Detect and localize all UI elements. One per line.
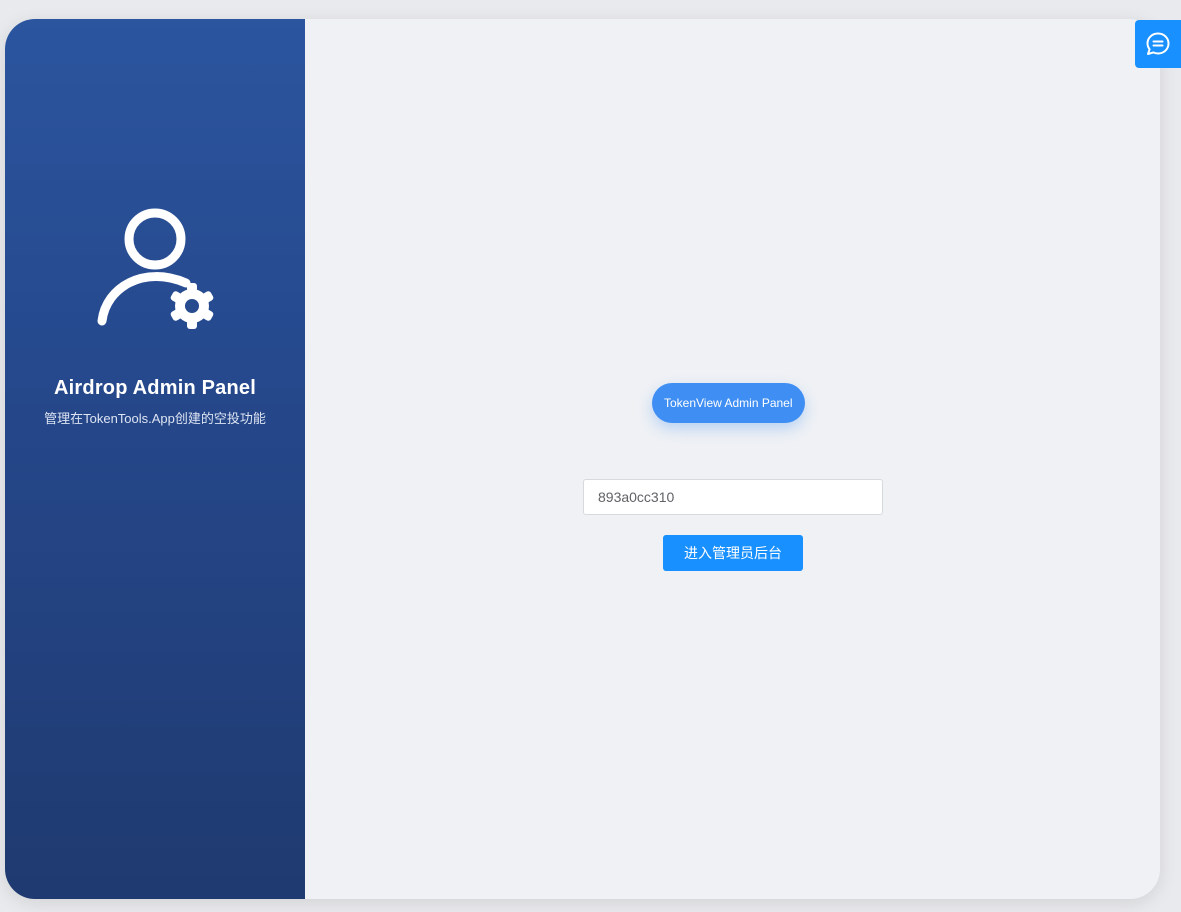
chat-bubble-icon (1146, 32, 1170, 55)
panel-title-pill: TokenView Admin Panel (652, 383, 805, 423)
sidebar: Airdrop Admin Panel 管理在TokenTools.App创建的… (5, 19, 305, 899)
main-panel: TokenView Admin Panel 进入管理员后台 (305, 19, 1160, 899)
enter-admin-button[interactable]: 进入管理员后台 (663, 535, 803, 571)
app-window: Airdrop Admin Panel 管理在TokenTools.App创建的… (5, 19, 1160, 899)
sidebar-subtitle: 管理在TokenTools.App创建的空投功能 (44, 411, 266, 426)
admin-code-input[interactable] (583, 479, 883, 515)
chat-button[interactable] (1135, 20, 1181, 68)
sidebar-title: Airdrop Admin Panel (54, 377, 256, 399)
user-settings-icon (97, 208, 214, 329)
